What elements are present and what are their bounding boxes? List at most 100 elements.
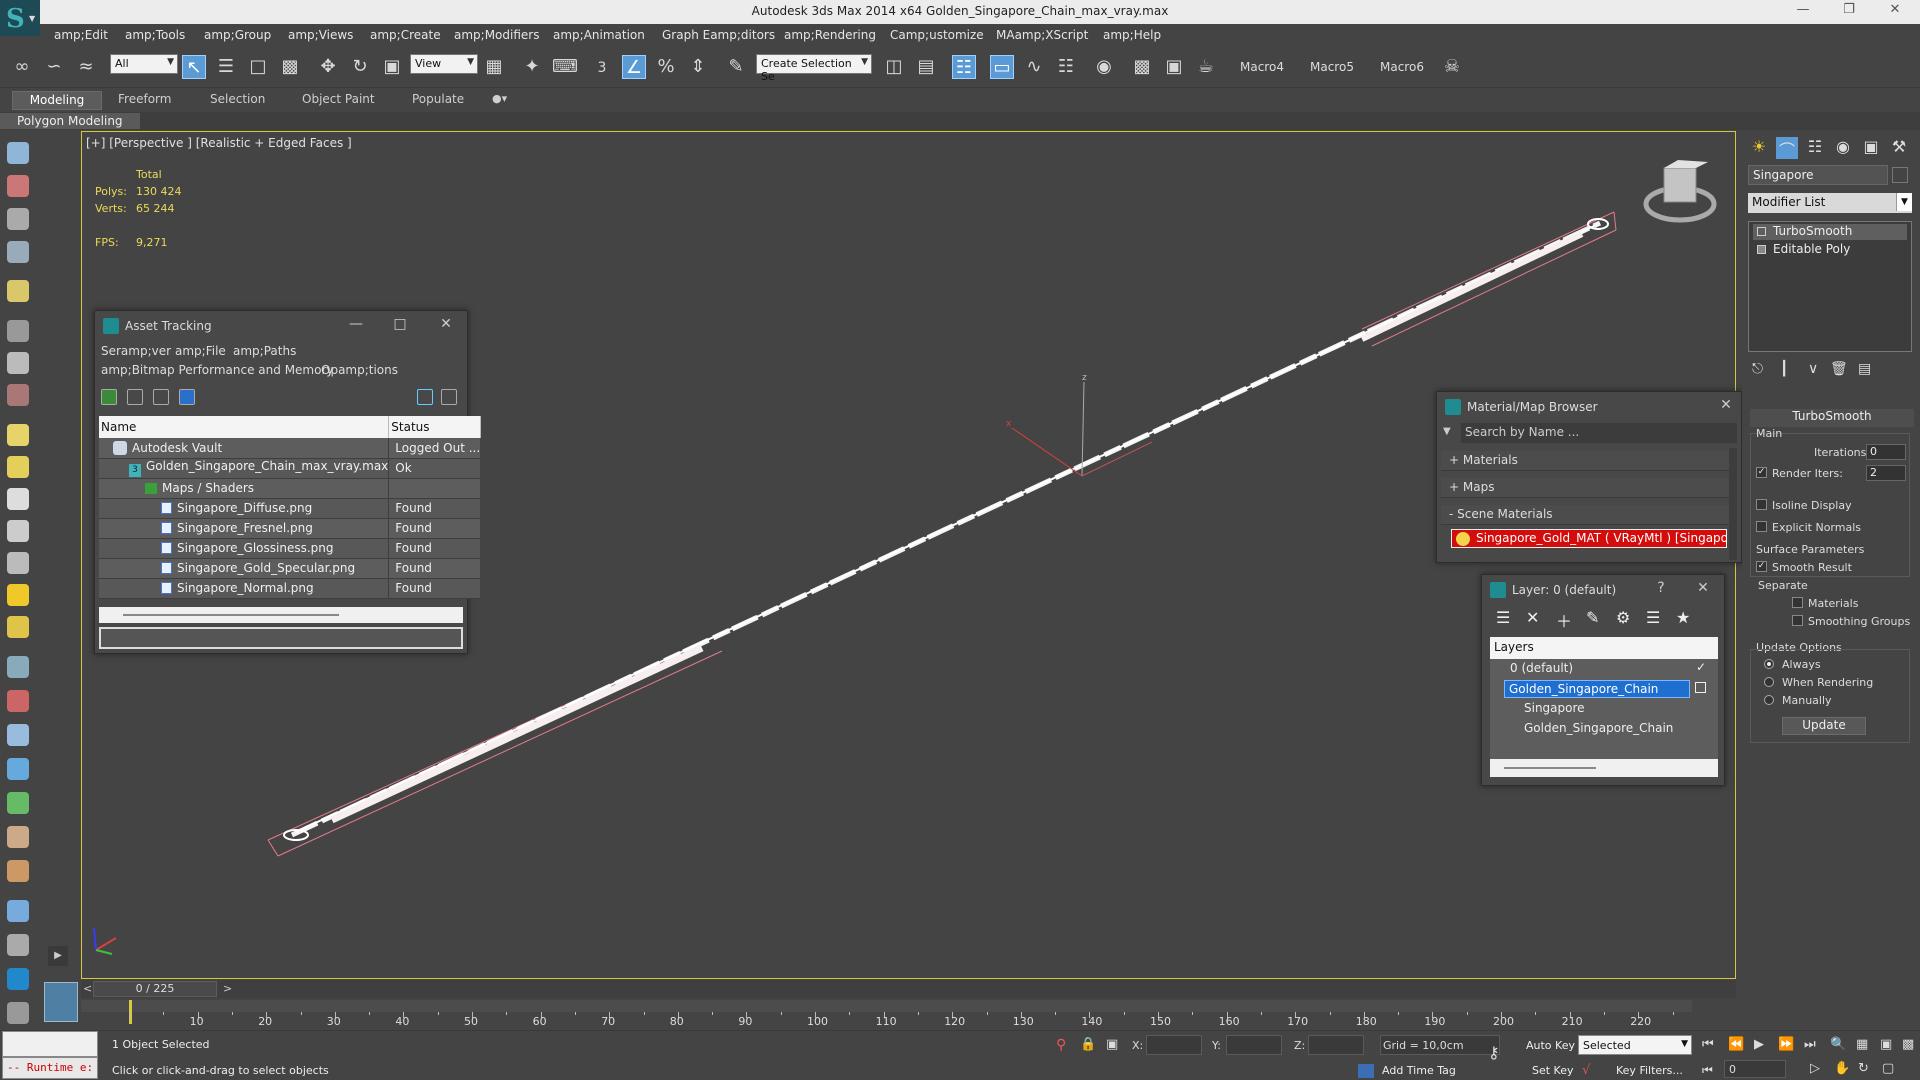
modify-tab-icon[interactable]: ⌒ [1776,137,1798,160]
menu-views[interactable]: amp;Views [288,28,353,42]
layer-stack-icon[interactable]: ☰ [1496,608,1510,627]
zoom-extents-all-icon[interactable]: ▩ [1902,1037,1914,1052]
link-icon[interactable]: ∞ [10,55,34,79]
light-icon[interactable] [7,280,29,302]
layer-freeze-icon[interactable]: ★ [1676,608,1690,627]
table-row[interactable]: Singapore_Glossiness.png Found [99,538,481,559]
bulb-icon[interactable] [1757,227,1766,236]
close-button[interactable]: ✕ [1692,580,1714,596]
grid-helper-icon[interactable] [7,656,29,678]
next-key-icon[interactable]: ⏩ [1778,1037,1794,1052]
table-row[interactable]: Singapore_Gold_Specular.png Found [99,558,481,579]
schematic-view-icon[interactable]: ☷ [1054,55,1078,79]
orbit-icon[interactable]: ↻ [1858,1061,1869,1076]
select-object-icon[interactable]: ↖ [182,55,206,79]
make-unique-icon[interactable]: ∨ [1808,361,1818,377]
app-logo-button[interactable]: S ▼ [0,0,40,36]
current-layer-checkbox[interactable] [1695,682,1706,693]
more-tools-icon[interactable] [7,1002,29,1024]
menu-animation[interactable]: amp;Animation [553,28,645,42]
modifier-list-dropdown[interactable]: Modifier List ▼ [1748,193,1912,213]
display-tab-icon[interactable]: ▣ [1860,137,1882,159]
current-frame-input[interactable]: 0 [1724,1060,1786,1078]
spinner-snap-icon[interactable]: ⇕ [686,55,710,79]
maximize-button[interactable]: ❐ [1830,2,1868,22]
rendered-frame-window-icon[interactable]: ▣ [1162,55,1186,79]
macro6-button[interactable]: Macro6 [1380,60,1424,74]
snap-toggle-icon[interactable]: 3 [590,55,614,79]
selection-filter-dropdown[interactable]: All ▼ [110,54,178,74]
set-key-button[interactable]: Set Key [1532,1064,1574,1077]
skull-macro-icon[interactable]: ☠ [1440,55,1464,79]
reference-coordinate-dropdown[interactable]: View ▼ [410,54,478,74]
table-row[interactable]: Autodesk Vault Logged Out ... [99,438,481,459]
horizontal-scrollbar[interactable] [99,607,463,623]
menu-group[interactable]: amp;Group [204,28,271,42]
utilities-tab-icon[interactable]: ⚒ [1888,137,1910,159]
explicit-normals-checkbox[interactable] [1756,521,1767,532]
geometry-icon[interactable] [7,724,29,746]
column-header-status[interactable]: Status [388,416,481,438]
time-slider[interactable]: < 0 / 225 > [81,980,1736,998]
cone-icon[interactable] [7,552,29,574]
percent-snap-icon[interactable]: % [654,55,678,79]
object-name-field[interactable]: Singapore [1748,165,1888,185]
add-layer-icon[interactable]: ＋ [1556,608,1572,632]
smoothing-groups-checkbox[interactable] [1792,615,1803,626]
table-row[interactable]: Maps / Shaders [99,478,481,499]
close-button[interactable]: ✕ [1876,2,1914,22]
help-button[interactable]: ? [1650,580,1672,596]
turbosmooth-rollout-header[interactable]: TurboSmooth [1750,409,1914,427]
tab-populate[interactable]: Populate [400,91,476,110]
play-viewport-icon[interactable]: ▶ [48,946,68,966]
goto-end-icon[interactable]: ⏭ [1804,1037,1816,1052]
table-row[interactable]: Singapore_Fresnel.png Found [99,518,481,539]
always-radio[interactable] [1764,659,1774,669]
iterations-spinner[interactable]: 0 [1866,444,1906,460]
vray-render-icon[interactable] [7,968,29,990]
select-by-name-icon[interactable]: ☰ [214,55,238,79]
curve-editor-icon[interactable]: ∿ [1022,55,1046,79]
macro5-button[interactable]: Macro5 [1310,60,1354,74]
sun-icon[interactable] [7,584,29,606]
section-materials[interactable]: + Materials [1441,451,1733,471]
path-field[interactable] [99,627,463,649]
menu-tools[interactable]: amp;Tools [125,28,185,42]
menu-create[interactable]: amp;Create [370,28,441,42]
maximize-button[interactable]: □ [389,316,411,332]
column-header-name[interactable]: Name [99,416,390,438]
help-icon[interactable] [417,389,433,405]
ribbon-options-icon[interactable]: ●▾ [480,91,519,110]
settings-icon[interactable] [441,389,457,405]
menu-graph-editors[interactable]: Graph Eamp;ditors [662,28,775,42]
highlight-layer-icon[interactable]: ⚙ [1616,608,1630,627]
tree-view-icon[interactable] [153,389,169,405]
sphere-blue-icon[interactable] [7,900,29,922]
dynamics-icon[interactable] [7,690,29,712]
move-icon[interactable]: ✥ [316,55,340,79]
table-row[interactable]: Singapore_Diffuse.png Found [99,498,481,519]
camera-icon[interactable] [7,320,29,342]
stack-item-turbosmooth[interactable]: TurboSmooth [1753,224,1907,240]
tab-freeform[interactable]: Freeform [106,91,183,110]
pin-stack-icon[interactable]: ⎋ [1752,361,1763,377]
rotate-icon[interactable]: ↻ [348,55,372,79]
isolate-selection-icon[interactable]: ⚲ [1056,1037,1066,1053]
menu-server[interactable]: Seramp;ver [101,344,171,358]
show-end-result-icon[interactable]: ┃ [1780,361,1788,377]
render-iters-spinner[interactable]: 2 [1866,465,1906,481]
menu-edit[interactable]: amp;Edit [54,28,108,42]
select-manipulate-icon[interactable]: ✦ [520,55,544,79]
menu-paths[interactable]: amp;Paths [233,344,296,358]
selection-lock-icon[interactable]: 🔒 [1080,1037,1096,1052]
list-icon[interactable] [7,208,29,230]
update-button[interactable]: Update [1782,717,1866,735]
layer-horizontal-scrollbar[interactable] [1490,759,1718,777]
zoom-icon[interactable]: 🔍 [1830,1037,1846,1052]
angle-snap-icon[interactable]: ∠ [622,55,646,79]
vertical-scrollbar[interactable] [1729,448,1737,560]
teapot-icon[interactable] [7,488,29,510]
zoom-extents-icon[interactable]: ▣ [1880,1037,1892,1052]
select-in-layer-icon[interactable]: ✎ [1586,608,1599,627]
pivot-center-icon[interactable]: ▦ [482,55,506,79]
